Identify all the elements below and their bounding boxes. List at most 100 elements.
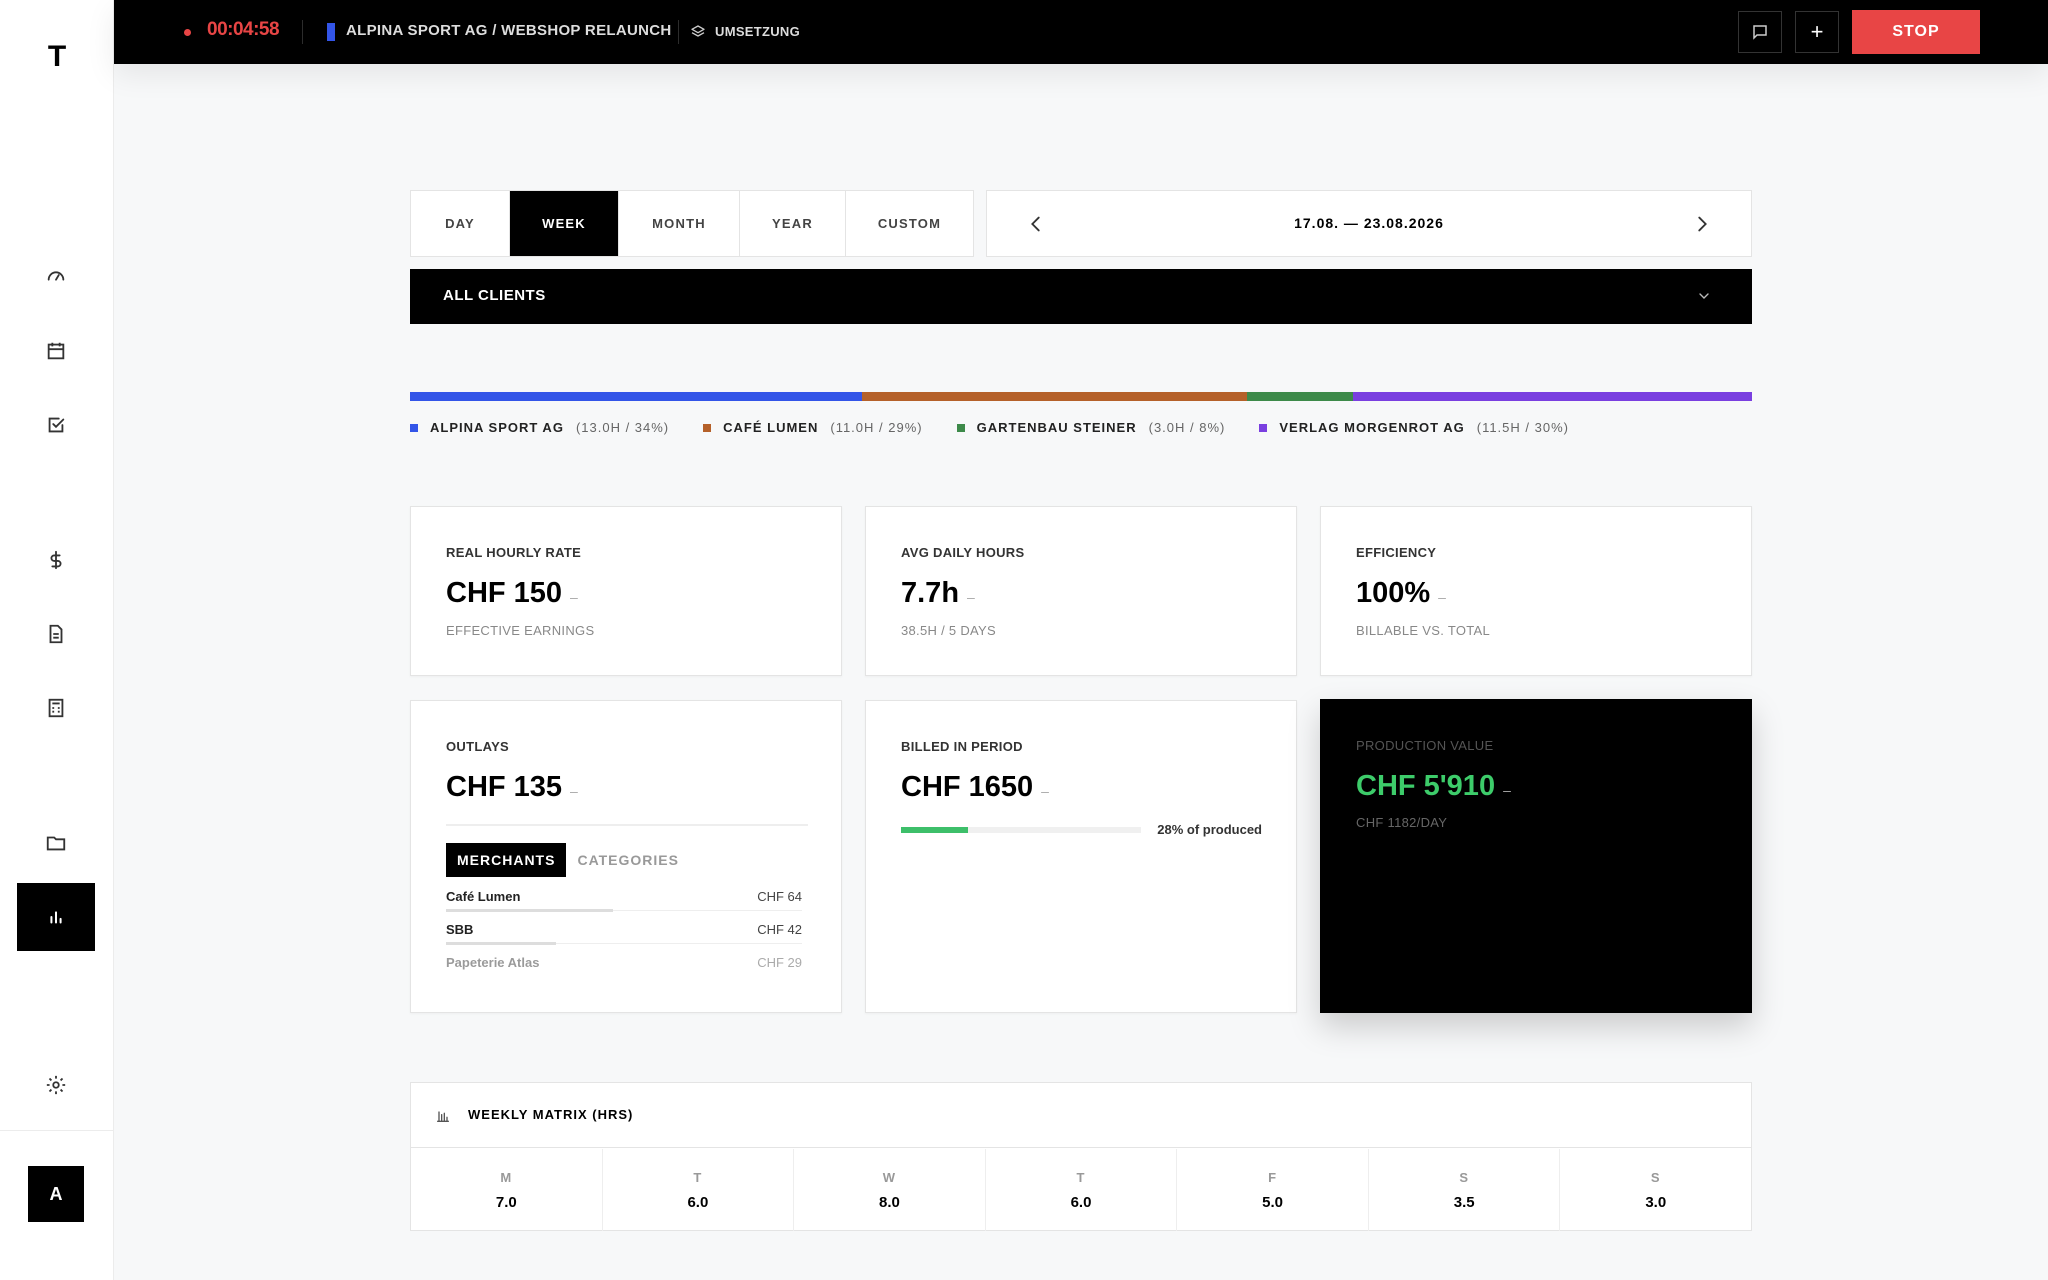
comment-icon: [1753, 25, 1767, 40]
nav-dashboard[interactable]: [17, 242, 95, 310]
chevron-right-icon[interactable]: [1691, 213, 1713, 235]
nav-settings[interactable]: [17, 1051, 95, 1119]
legend-swatch: [1259, 423, 1268, 432]
merchant-name: Papeterie Atlas: [446, 955, 540, 970]
date-navigator: 17.08. — 23.08.2026: [986, 190, 1752, 257]
nav-finance[interactable]: [17, 526, 95, 594]
matrix-day-hours: 8.0: [879, 1194, 900, 1211]
nav-documents[interactable]: [17, 600, 95, 668]
matrix-day-column[interactable]: S 3.5: [1369, 1149, 1561, 1231]
matrix-day-label: F: [1268, 1170, 1278, 1185]
distribution-segment[interactable]: [1247, 392, 1354, 401]
date-range-label: 17.08. — 23.08.2026: [1294, 215, 1444, 231]
topbar-divider: [302, 20, 303, 44]
billed-card: BILLED IN PERIOD CHF 1650– 28% of produc…: [865, 700, 1297, 1013]
nav-calendar[interactable]: [17, 317, 95, 385]
distribution-segment[interactable]: [1353, 392, 1752, 401]
billed-progress-track: [901, 827, 1141, 833]
bar-chart-icon: [437, 1111, 449, 1122]
legend-client-stat: (11.5H / 30%): [1476, 420, 1569, 435]
merchant-amount: CHF 42: [757, 922, 802, 937]
tab-custom[interactable]: CUSTOM: [846, 191, 973, 256]
card-sub: BILLABLE VS. TOTAL: [1356, 623, 1491, 638]
legend-item[interactable]: ALPINA SPORT AG (13.0H / 34%): [410, 420, 669, 435]
card-sub: CHF 1182/DAY: [1356, 815, 1448, 830]
calculator-icon: [48, 698, 64, 718]
merchant-row[interactable]: Café Lumen CHF 64: [446, 885, 802, 917]
dollar-icon: [50, 550, 62, 570]
client-filter-dropdown[interactable]: ALL CLIENTS: [410, 269, 1752, 324]
card-value: CHF 1650–: [901, 771, 1049, 803]
card-value: 7.7h –: [901, 577, 975, 609]
settings-icon: [46, 1075, 66, 1095]
matrix-day-label: S: [1650, 1170, 1661, 1185]
nav-calculator[interactable]: [17, 674, 95, 742]
sidebar: T A: [0, 0, 114, 1280]
distribution-segment[interactable]: [861, 392, 1248, 401]
folder-icon: [46, 836, 66, 851]
card-label: REAL HOURLY RATE: [446, 545, 582, 560]
nav-projects[interactable]: [17, 809, 95, 877]
legend-item[interactable]: GARTENBAU STEINER (3.0H / 8%): [956, 420, 1226, 435]
tab-day[interactable]: DAY: [411, 191, 510, 256]
legend-client-stat: (11.0H / 29%): [830, 420, 923, 435]
period-tabs: DAY WEEK MONTH YEAR CUSTOM: [410, 190, 974, 257]
matrix-day-label: T: [693, 1170, 703, 1185]
card-divider: [446, 824, 808, 826]
recording-dot-icon: [184, 29, 191, 36]
comment-button[interactable]: [1738, 11, 1782, 53]
nav-tasks[interactable]: [17, 391, 95, 459]
card-label: OUTLAYS: [446, 739, 510, 754]
production-value-card: PRODUCTION VALUE CHF 5'910– CHF 1182/DAY: [1320, 699, 1752, 1013]
card-value: CHF 150–: [446, 577, 578, 609]
card-sub: 38.5H / 5 DAYS: [901, 623, 997, 638]
tab-week[interactable]: WEEK: [510, 191, 619, 256]
merchant-name: SBB: [446, 922, 474, 937]
matrix-day-column[interactable]: S 3.0: [1560, 1149, 1751, 1231]
weekly-matrix-title: WEEKLY MATRIX (HRS): [468, 1107, 634, 1122]
legend-item[interactable]: VERLAG MORGENROT AG (11.5H / 30%): [1259, 420, 1569, 435]
card-value: 100% –: [1356, 577, 1446, 609]
matrix-day-column[interactable]: T 6.0: [986, 1149, 1178, 1231]
legend-client-name: VERLAG MORGENROT AG: [1279, 420, 1465, 435]
legend-client-name: GARTENBAU STEINER: [976, 420, 1137, 435]
merchant-row[interactable]: Papeterie Atlas CHF 29: [446, 951, 802, 983]
legend-client-stat: (13.0H / 34%): [575, 420, 670, 435]
matrix-day-hours: 5.0: [1262, 1194, 1284, 1211]
avg-daily-hours-card: AVG DAILY HOURS 7.7h – 38.5H / 5 DAYS: [865, 506, 1297, 676]
add-entry-button[interactable]: +: [1795, 11, 1839, 53]
tab-merchants[interactable]: MERCHANTS: [446, 843, 567, 877]
tab-categories[interactable]: CATEGORIES: [566, 843, 690, 877]
merchant-row[interactable]: SBB CHF 42: [446, 918, 802, 950]
outlays-tabs: MERCHANTS CATEGORIES: [446, 843, 690, 877]
running-timer[interactable]: 00:04:58: [207, 19, 280, 41]
legend-swatch: [703, 423, 712, 432]
distribution-segment[interactable]: [410, 392, 862, 401]
matrix-day-hours: 6.0: [1070, 1194, 1092, 1211]
matrix-day-label: S: [1459, 1170, 1470, 1185]
nav-analytics[interactable]: [17, 883, 95, 951]
user-avatar[interactable]: A: [28, 1166, 84, 1222]
matrix-day-column[interactable]: F 5.0: [1177, 1149, 1369, 1231]
tab-month[interactable]: MONTH: [619, 191, 740, 256]
legend-item[interactable]: CAFÉ LUMEN (11.0H / 29%): [703, 420, 922, 435]
app-logo[interactable]: T: [0, 40, 114, 74]
plus-icon: +: [1810, 19, 1824, 44]
card-label: BILLED IN PERIOD: [901, 739, 1023, 754]
analytics-icon: [50, 911, 62, 924]
legend-client-name: CAFÉ LUMEN: [723, 420, 819, 435]
stop-timer-button[interactable]: STOP: [1852, 10, 1980, 54]
active-project-label[interactable]: ALPINA SPORT AG / WEBSHOP RELAUNCH: [346, 22, 672, 39]
dashboard-icon: [47, 271, 65, 281]
matrix-day-column[interactable]: T 6.0: [603, 1149, 795, 1231]
layers-icon: [691, 25, 705, 37]
tab-year[interactable]: YEAR: [740, 191, 846, 256]
matrix-day-column[interactable]: M 7.0: [411, 1149, 603, 1231]
legend-swatch: [410, 423, 418, 432]
legend-client-name: ALPINA SPORT AG: [430, 420, 564, 435]
billed-progress-fill: [901, 827, 969, 833]
legend-client-stat: (3.0H / 8%): [1148, 420, 1226, 435]
active-phase-label[interactable]: UMSETZUNG: [715, 24, 800, 39]
matrix-day-column[interactable]: W 8.0: [794, 1149, 986, 1231]
legend-swatch: [956, 423, 965, 432]
